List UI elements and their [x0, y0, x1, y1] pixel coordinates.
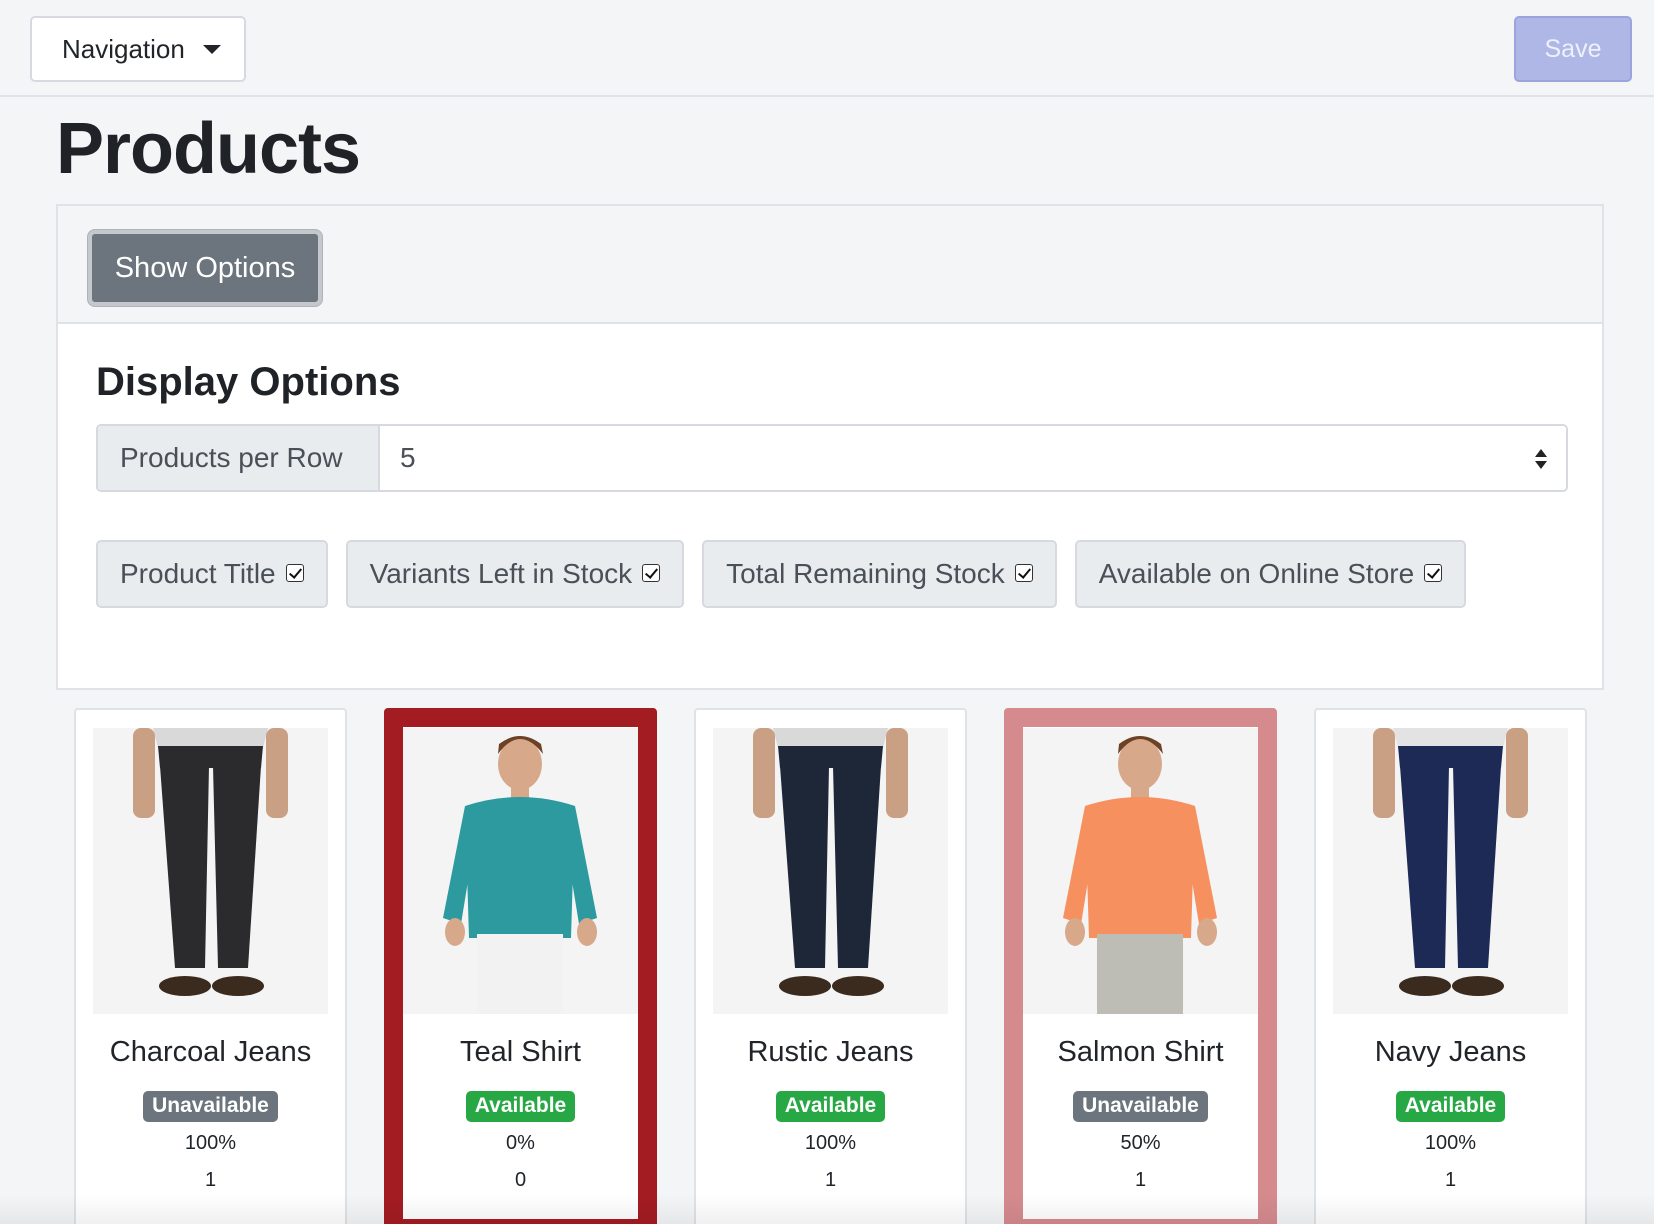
- product-card[interactable]: Salmon Shirt Unavailable 50% 1: [1004, 708, 1277, 1224]
- navigation-label: Navigation: [62, 33, 185, 64]
- product-card[interactable]: Charcoal Jeans Unavailable 100% 1: [74, 708, 347, 1224]
- products-per-row-label: Products per Row: [98, 426, 380, 490]
- status-badge: Unavailable: [143, 1091, 278, 1122]
- product-figure: [1373, 728, 1528, 996]
- toggle-online-store[interactable]: Available on Online Store: [1074, 540, 1467, 608]
- display-toggles: Product Title Variants Left in Stock Tot…: [96, 540, 1467, 608]
- status-badge: Available: [1395, 1091, 1506, 1122]
- checkbox-checked-icon[interactable]: [285, 564, 304, 582]
- toggle-total-stock[interactable]: Total Remaining Stock: [702, 540, 1057, 608]
- product-image: [403, 728, 638, 1014]
- show-options-button[interactable]: Show Options: [88, 230, 322, 306]
- variants-left-value: 0%: [506, 1132, 535, 1154]
- product-title: Teal Shirt: [460, 1036, 581, 1068]
- product-title: Salmon Shirt: [1057, 1036, 1224, 1068]
- product-grid: Charcoal Jeans Unavailable 100% 1 Teal S…: [74, 708, 1587, 1224]
- product-figure: [133, 728, 288, 996]
- product-card[interactable]: Teal Shirt Available 0% 0: [384, 708, 657, 1224]
- status-badge: Available: [775, 1091, 886, 1122]
- product-image: [713, 728, 948, 1014]
- stock-count: 1: [824, 1169, 837, 1191]
- variants-left-value: 100%: [184, 1132, 237, 1154]
- product-card[interactable]: Navy Jeans Available 100% 1: [1314, 708, 1587, 1224]
- toggle-label: Variants Left in Stock: [369, 558, 633, 589]
- products-per-row-selected: 5: [400, 442, 416, 473]
- chevron-down-icon: [202, 44, 221, 54]
- toggle-label: Total Remaining Stock: [726, 558, 1005, 589]
- product-image: [93, 728, 328, 1014]
- toggle-variants-left[interactable]: Variants Left in Stock: [345, 540, 685, 608]
- product-title: Navy Jeans: [1374, 1036, 1527, 1068]
- product-title: Rustic Jeans: [747, 1036, 914, 1068]
- products-per-row-select[interactable]: Products per Row 5: [96, 424, 1568, 492]
- stock-count: 1: [1444, 1169, 1457, 1191]
- top-bar: Navigation Save: [0, 0, 1654, 97]
- options-panel-header: Show Options: [58, 206, 1602, 324]
- products-per-row-value[interactable]: 5: [380, 426, 1566, 490]
- status-badge: Unavailable: [1073, 1091, 1208, 1122]
- toggle-label: Available on Online Store: [1098, 558, 1415, 589]
- product-figure: [1063, 736, 1217, 1014]
- product-figure: [443, 736, 597, 1014]
- save-button[interactable]: Save: [1514, 16, 1632, 82]
- product-title: Charcoal Jeans: [109, 1036, 312, 1068]
- checkbox-checked-icon[interactable]: [1014, 564, 1033, 582]
- checkbox-checked-icon[interactable]: [1424, 564, 1443, 582]
- select-arrows-icon: [1535, 449, 1547, 469]
- product-image: [1023, 728, 1258, 1014]
- toggle-label: Product Title: [120, 558, 276, 589]
- options-panel: Show Options Display Options Products pe…: [56, 204, 1604, 690]
- product-figure: [753, 728, 908, 996]
- display-options-heading: Display Options: [96, 360, 401, 404]
- stock-count: 1: [204, 1169, 217, 1191]
- stock-count: 0: [514, 1169, 527, 1191]
- product-image: [1333, 728, 1568, 1014]
- page-title: Products: [56, 109, 361, 189]
- variants-left-value: 100%: [1424, 1132, 1477, 1154]
- variants-left-value: 50%: [1120, 1132, 1161, 1154]
- status-badge: Available: [465, 1091, 576, 1122]
- product-card[interactable]: Rustic Jeans Available 100% 1: [694, 708, 967, 1224]
- toggle-product-title[interactable]: Product Title: [96, 540, 328, 608]
- stock-count: 1: [1134, 1169, 1147, 1191]
- variants-left-value: 100%: [804, 1132, 857, 1154]
- bottom-fade: [0, 1194, 1654, 1224]
- checkbox-checked-icon[interactable]: [642, 564, 661, 582]
- navigation-dropdown[interactable]: Navigation: [30, 16, 246, 82]
